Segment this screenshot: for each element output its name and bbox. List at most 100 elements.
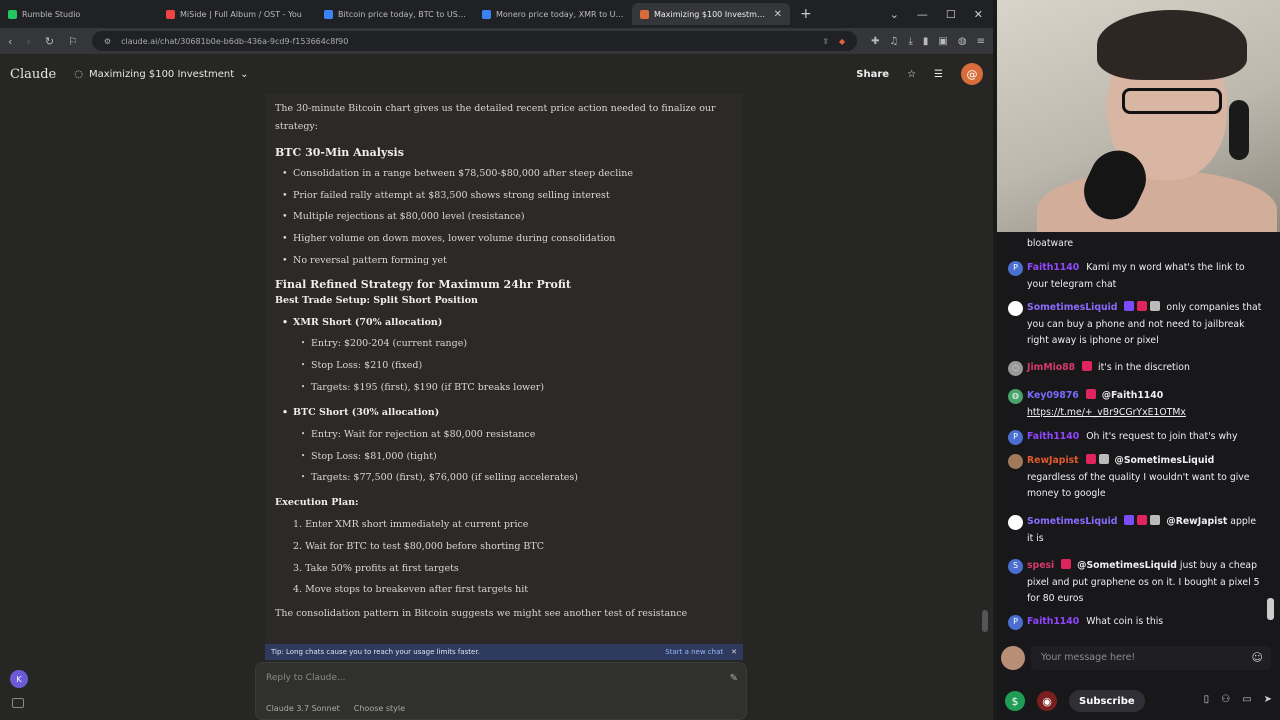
dollar-icon[interactable]: $ — [1005, 691, 1025, 711]
tab-list-icon[interactable]: ⌄ — [890, 8, 899, 21]
star-icon[interactable]: ☆ — [907, 69, 916, 80]
rant-icon[interactable]: ◉ — [1037, 691, 1057, 711]
header-actions: Share ☆ ☰ @ — [856, 63, 983, 85]
browser-tab-active[interactable]: Maximizing $100 Investment - ✕ — [632, 3, 790, 25]
account-avatar[interactable]: @ — [961, 63, 983, 85]
close-tab-icon[interactable]: ✕ — [774, 9, 782, 20]
list-item: Entry: Wait for rejection at $80,000 res… — [275, 424, 733, 446]
chat-avatar: P — [1008, 261, 1023, 276]
chat-username[interactable]: Faith1140 — [1027, 262, 1079, 273]
chat-avatar: P — [1008, 615, 1023, 630]
tab-favicon-icon — [640, 9, 649, 19]
chat-username[interactable]: JimMio88 — [1027, 362, 1075, 373]
list-item: Targets: $195 (first), $190 (if BTC brea… — [275, 377, 733, 399]
browser-toolbar: ‹ › ↻ ⚐ ⚙ claude.ai/chat/30681b0e-b6db-4… — [0, 28, 993, 54]
wallet-icon[interactable]: ▣ — [938, 36, 947, 47]
users-icon[interactable]: ⚇ — [1221, 694, 1230, 705]
chat-message: S spesi @SometimesLiquid just buy a chea… — [1003, 558, 1265, 608]
chat-username[interactable]: SometimesLiquid — [1027, 516, 1117, 527]
chat-avatar: P — [1008, 430, 1023, 445]
chat-username[interactable]: Faith1140 — [1027, 616, 1079, 627]
setup-heading: Best Trade Setup: Split Short Position — [275, 294, 478, 306]
badge-icon — [1061, 559, 1072, 569]
vpn-icon[interactable]: ◍ — [958, 36, 967, 47]
share-button[interactable]: Share — [856, 69, 889, 80]
chat-link[interactable]: https://t.me/+_vBr9CGrYxE1OTMx — [1027, 407, 1186, 418]
popout-icon[interactable]: ▭ — [1242, 694, 1251, 705]
scrollbar-thumb[interactable] — [982, 610, 988, 632]
gift-icon[interactable]: ▯ — [1204, 694, 1210, 705]
streamer-hair — [1097, 10, 1247, 80]
badge-icon — [1137, 301, 1148, 311]
chat-bubble-icon: ◌ — [74, 68, 83, 80]
xmr-position-title: XMR Short (70% allocation) — [275, 312, 733, 334]
settings-sliders-icon[interactable]: ☰ — [934, 69, 943, 80]
share-page-icon[interactable]: ⇪ — [822, 37, 829, 46]
reply-composer[interactable]: Reply to Claude... ✎ Claude 3.7 Sonnet C… — [255, 662, 747, 720]
back-icon[interactable]: ‹ — [8, 35, 12, 48]
emoji-icon[interactable]: ☺ — [1252, 651, 1263, 664]
browser-tab[interactable]: Monero price today, XMR to USD li — [474, 3, 632, 25]
chat-username[interactable]: SometimesLiquid — [1027, 302, 1117, 313]
live-chat: bloatware P Faith1140 Kami my n word wha… — [997, 232, 1280, 634]
chat-username[interactable]: Key09876 — [1027, 390, 1079, 401]
attach-icon[interactable]: ✎ — [730, 673, 738, 684]
chat-username[interactable]: Faith1140 — [1027, 431, 1079, 442]
chat-title-dropdown[interactable]: ◌ Maximizing $100 Investment ⌄ — [74, 69, 248, 80]
chat-message-text: bloatware — [1027, 238, 1074, 249]
model-selector[interactable]: Claude 3.7 Sonnet — [266, 704, 340, 713]
list-item: No reversal pattern forming yet — [275, 250, 733, 272]
menu-icon[interactable]: ≡ — [977, 36, 985, 47]
sidebar-toggle-icon[interactable] — [12, 698, 24, 708]
close-icon[interactable]: ✕ — [731, 648, 737, 656]
browser-tab[interactable]: Bitcoin price today, BTC to USD live — [316, 3, 474, 25]
chat-avatar: ◌ — [1008, 361, 1023, 376]
chat-scrollbar-thumb[interactable] — [1267, 598, 1274, 620]
url-bar[interactable]: ⚙ claude.ai/chat/30681b0e-b6db-436a-9cd9… — [91, 31, 858, 51]
sidebar-icon[interactable]: ▮ — [923, 36, 929, 47]
puzzle-icon[interactable]: ✚ — [871, 36, 879, 47]
close-window-icon[interactable]: ✕ — [974, 8, 983, 21]
chat-avatar — [1008, 454, 1023, 469]
extension-icons: ✚ ♫ ⤓ ▮ ▣ ◍ ≡ — [871, 36, 985, 47]
brave-shield-icon[interactable]: ◆ — [839, 37, 845, 46]
chat-message-input[interactable]: Your message here! ☺ — [1031, 646, 1271, 670]
chat-message: P Faith1140 Oh it's request to join that… — [1003, 429, 1265, 446]
composer-options: Claude 3.7 Sonnet Choose style — [266, 704, 405, 713]
send-icon[interactable]: ➤ — [1264, 694, 1272, 705]
tab-title: Rumble Studio — [22, 9, 81, 19]
chat-message-text: Oh it's request to join that's why — [1086, 431, 1238, 442]
btc-details: Entry: Wait for rejection at $80,000 res… — [275, 424, 733, 489]
maximize-icon[interactable]: ☐ — [946, 8, 956, 21]
tab-favicon-icon — [324, 9, 333, 19]
bookmark-icon[interactable]: ⚐ — [68, 35, 78, 48]
claude-logo[interactable]: Claude — [10, 67, 56, 82]
badge-icon — [1085, 389, 1096, 399]
chat-username[interactable]: RewJapist — [1027, 455, 1079, 466]
start-new-chat-link[interactable]: Start a new chat — [665, 648, 723, 656]
chat-message-text: it's in the discretion — [1098, 362, 1190, 373]
reply-input[interactable]: Reply to Claude... — [266, 673, 346, 683]
btc-position-title: BTC Short (30% allocation) — [275, 402, 733, 424]
download-icon[interactable]: ⤓ — [908, 36, 912, 47]
list-item: Multiple rejections at $80,000 level (re… — [275, 206, 733, 228]
list-item: 3. Take 50% profits at first targets — [293, 562, 459, 574]
screen: Rumble Studio MiSide | Full Album / OST … — [0, 0, 1280, 720]
badge-icon — [1085, 454, 1096, 464]
subscribe-button[interactable]: Subscribe — [1069, 690, 1145, 712]
music-icon[interactable]: ♫ — [890, 36, 899, 47]
user-avatar[interactable]: K — [10, 670, 28, 688]
browser-tab[interactable]: Rumble Studio — [0, 3, 158, 25]
forward-icon[interactable]: › — [26, 35, 30, 48]
chevron-down-icon: ⌄ — [240, 68, 249, 80]
assistant-message: The 30-minute Bitcoin chart gives us the… — [265, 94, 743, 646]
new-tab-button[interactable]: + — [790, 6, 822, 22]
badge-icon — [1098, 454, 1109, 464]
style-selector[interactable]: Choose style — [354, 704, 405, 713]
xmr-details: Entry: $200-204 (current range) Stop Los… — [275, 333, 733, 398]
minimize-icon[interactable]: — — [917, 8, 928, 21]
browser-tab[interactable]: MiSide | Full Album / OST - You — [158, 3, 316, 25]
site-info-icon[interactable]: ⚙ — [104, 37, 111, 46]
chat-username[interactable]: spesi — [1027, 560, 1054, 571]
reload-icon[interactable]: ↻ — [45, 35, 54, 48]
